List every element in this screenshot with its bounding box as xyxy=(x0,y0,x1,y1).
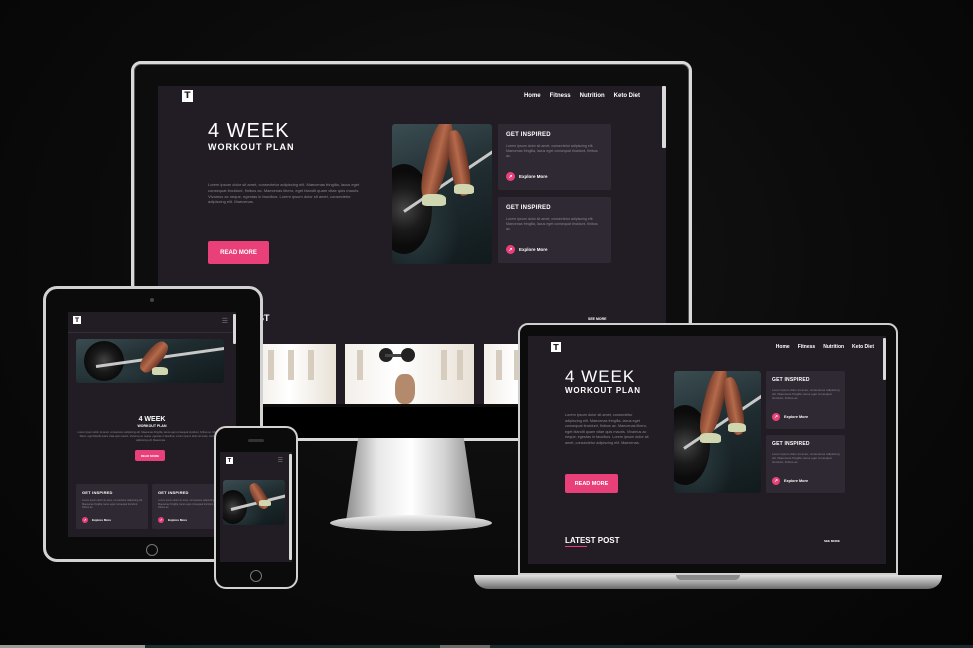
inspired-card-1: GET INSPIRED Lorem ipsum dolor sit amet,… xyxy=(766,371,845,429)
inspired-card-2: GET INSPIRED Lorem ipsum dolor sit amet,… xyxy=(766,435,845,493)
imac-stand-base xyxy=(330,515,492,531)
tablet-camera xyxy=(150,298,154,302)
laptop-website: T Home Fitness Nutrition Keto Diet 4 WEE… xyxy=(528,336,886,564)
see-more-link[interactable]: SEE MORE xyxy=(824,539,840,543)
inspired-card-1: GET INSPIRED Lorem ipsum dolor sit amet,… xyxy=(498,124,611,190)
logo[interactable]: T xyxy=(551,342,561,352)
arrow-icon: ↗ xyxy=(772,477,780,485)
inspired-card-2: GET INSPIRED Lorem ipsum dolor sit amet,… xyxy=(498,197,611,263)
logo[interactable]: T xyxy=(73,316,81,324)
hero-subtitle: WORKOUT PLAN xyxy=(137,424,167,428)
card-title: GET INSPIRED xyxy=(82,490,113,495)
nav-fitness[interactable]: Fitness xyxy=(550,93,571,99)
card-title: GET INSPIRED xyxy=(772,377,810,383)
tablet-home-button[interactable] xyxy=(146,544,158,556)
main-nav: Home Fitness Nutrition Keto Diet xyxy=(524,93,640,99)
inspired-card-1: GET INSPIRED Lorem ipsum dolor sit amet,… xyxy=(76,484,148,529)
hero-body: Lorem ipsum dolor sit amet, consectetur … xyxy=(565,413,649,445)
card-body: Lorem ipsum dolor sit amet, consectetur … xyxy=(506,144,598,159)
scrollbar[interactable] xyxy=(883,338,886,380)
latest-post-underline xyxy=(565,546,587,547)
logo[interactable]: T xyxy=(182,90,193,102)
arrow-icon: ↗ xyxy=(158,517,164,523)
explore-more-label: Explore More xyxy=(168,518,188,522)
laptop-notch xyxy=(676,575,740,580)
hero-gym-image xyxy=(674,371,761,493)
nav-home[interactable]: Home xyxy=(524,93,541,99)
post-thumbnail[interactable] xyxy=(258,344,336,404)
arrow-icon: ↗ xyxy=(82,517,88,523)
read-more-button[interactable]: READ MORE xyxy=(135,450,165,461)
hero-gym-image xyxy=(392,124,492,264)
nav-keto-diet[interactable]: Keto Diet xyxy=(852,344,874,350)
phone-home-button[interactable] xyxy=(250,570,262,582)
phone-speaker xyxy=(248,439,264,442)
explore-more-link[interactable]: ↗ Explore More xyxy=(158,517,187,523)
scrollbar[interactable] xyxy=(289,454,292,560)
arrow-icon: ↗ xyxy=(506,245,515,254)
scrollbar[interactable] xyxy=(233,314,236,344)
read-more-button[interactable]: READ MORE xyxy=(208,241,269,264)
nav-fitness[interactable]: Fitness xyxy=(798,344,816,350)
explore-more-link[interactable]: ↗ Explore More xyxy=(506,245,548,254)
tablet-website: T ☰ 4 WEEK WORKOUT PLAN Lorem ipsum dolo… xyxy=(68,312,236,537)
hero-subtitle: WORKOUT PLAN xyxy=(565,386,641,395)
nav-keto-diet[interactable]: Keto Diet xyxy=(614,93,640,99)
card-title: GET INSPIRED xyxy=(158,490,189,495)
nav-home[interactable]: Home xyxy=(776,344,790,350)
see-more-link[interactable]: SEE MORE xyxy=(588,317,606,321)
explore-more-link[interactable]: ↗ Explore More xyxy=(772,413,808,421)
explore-more-link[interactable]: ↗ Explore More xyxy=(772,477,808,485)
explore-more-link[interactable]: ↗ Explore More xyxy=(506,172,548,181)
hero-subtitle: WORKOUT PLAN xyxy=(208,142,295,152)
hero-title: 4 WEEK xyxy=(208,120,290,142)
nav-nutrition[interactable]: Nutrition xyxy=(823,344,844,350)
read-more-button[interactable]: READ MORE xyxy=(565,474,618,493)
explore-more-link[interactable]: ↗ Explore More xyxy=(82,517,111,523)
explore-more-label: Explore More xyxy=(519,174,548,179)
explore-more-label: Explore More xyxy=(784,415,809,419)
post-thumbnail[interactable] xyxy=(345,344,474,404)
card-title: GET INSPIRED xyxy=(506,132,551,138)
hero-title: 4 WEEK xyxy=(565,367,636,386)
hero-gym-image xyxy=(76,339,224,383)
card-body: Lorem ipsum dolor sit amet, consectetur … xyxy=(158,499,219,509)
card-body: Lorem ipsum dolor sit amet, consectetur … xyxy=(772,452,840,465)
explore-more-label: Explore More xyxy=(92,518,112,522)
hero-body: Lorem ipsum dolor sit amet, consectetur … xyxy=(208,182,360,205)
card-title: GET INSPIRED xyxy=(772,441,810,447)
hero-title: 4 WEEK xyxy=(138,416,166,423)
hero-body: Lorem ipsum dolor sit amet, consectetur … xyxy=(77,431,225,442)
explore-more-label: Explore More xyxy=(519,247,548,252)
explore-more-label: Explore More xyxy=(784,479,809,483)
latest-post-title: LATEST POST xyxy=(565,536,620,545)
card-body: Lorem ipsum dolor sit amet, consectetur … xyxy=(82,499,143,509)
scrollbar[interactable] xyxy=(662,86,666,148)
card-body: Lorem ipsum dolor sit amet, consectetur … xyxy=(772,388,840,401)
hero-gym-image xyxy=(223,480,285,525)
arrow-icon: ↗ xyxy=(506,172,515,181)
logo[interactable]: T xyxy=(226,457,233,464)
nav-nutrition[interactable]: Nutrition xyxy=(580,93,605,99)
hamburger-icon[interactable]: ☰ xyxy=(222,317,228,325)
arrow-icon: ↗ xyxy=(772,413,780,421)
mobile-website: T ☰ xyxy=(220,452,292,562)
hamburger-icon[interactable]: ☰ xyxy=(278,457,283,464)
card-body: Lorem ipsum dolor sit amet, consectetur … xyxy=(506,217,598,232)
card-title: GET INSPIRED xyxy=(506,205,551,211)
main-nav: Home Fitness Nutrition Keto Diet xyxy=(776,344,874,350)
